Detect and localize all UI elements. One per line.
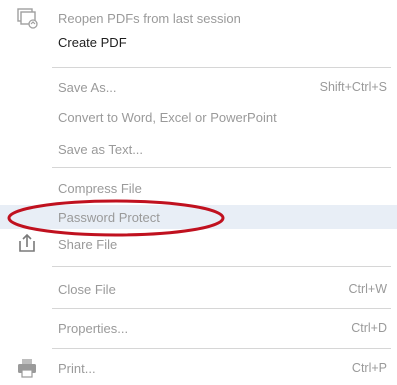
printer-icon [18, 359, 36, 378]
menu-item-compress-file[interactable]: Compress File [0, 176, 397, 200]
menu-separator [52, 348, 391, 349]
menu-separator [52, 67, 391, 68]
menu-item-label: Password Protect [58, 209, 160, 225]
menu-item-create-pdf[interactable]: Create PDF [0, 30, 397, 54]
menu-item-save-as[interactable]: Save As... Shift+Ctrl+S [0, 75, 397, 99]
menu-item-print[interactable]: Print... Ctrl+P [0, 356, 397, 380]
menu-item-reopen-pdfs[interactable]: Reopen PDFs from last session [0, 6, 397, 30]
menu-item-shortcut: Ctrl+P [351, 361, 387, 375]
menu-item-label: Close File [58, 281, 116, 297]
share-icon [19, 233, 35, 252]
menu-item-label: Save As... [58, 79, 117, 95]
reopen-files-icon [17, 8, 38, 29]
menu-item-shortcut: Ctrl+W [348, 282, 387, 296]
menu-item-label: Compress File [58, 180, 142, 196]
menu-item-close-file[interactable]: Close File Ctrl+W [0, 277, 397, 301]
menu-item-label: Save as Text... [58, 141, 144, 157]
menu-item-label: Reopen PDFs from last session [58, 10, 241, 26]
menu-item-save-as-text[interactable]: Save as Text... [0, 137, 397, 161]
menu-separator [52, 266, 391, 267]
file-menu: Reopen PDFs from last session Create PDF… [0, 0, 397, 385]
menu-item-label: Properties... [58, 320, 129, 336]
menu-item-label: Print... [58, 360, 96, 376]
menu-item-share-file[interactable]: Share File [0, 232, 397, 256]
menu-item-shortcut: Shift+Ctrl+S [319, 80, 387, 94]
menu-separator [52, 167, 391, 168]
menu-item-label: Share File [58, 236, 118, 252]
menu-item-label: Create PDF [58, 34, 127, 50]
menu-separator [52, 308, 391, 309]
menu-item-convert[interactable]: Convert to Word, Excel or PowerPoint [0, 105, 397, 129]
menu-item-properties[interactable]: Properties... Ctrl+D [0, 316, 397, 340]
menu-item-label: Convert to Word, Excel or PowerPoint [58, 109, 277, 125]
menu-item-password-protect[interactable]: Password Protect [0, 205, 397, 229]
menu-item-shortcut: Ctrl+D [351, 321, 387, 335]
